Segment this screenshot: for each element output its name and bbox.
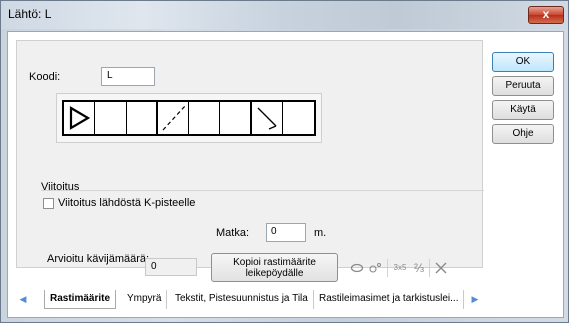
code-input[interactable]: L [101,67,155,86]
marking-checkbox[interactable] [43,198,54,209]
group-divider [41,190,484,191]
tab-circle[interactable]: Ympyrä [122,290,168,309]
apply-button[interactable]: Käytä [492,100,554,120]
tab-strip: ◀ Rastimäärite Ympyrä Tekstit, Pistesuun… [16,290,483,310]
close-button[interactable]: x [528,6,564,24]
dialog-window: Lähtö: L x Koodi: L Viitoitus Viitoitus … [0,0,569,323]
small-circles-icon[interactable] [367,259,383,277]
code-label: Koodi: [29,71,61,83]
symbol-frame [56,93,322,143]
corner-line-icon [257,107,276,130]
symbol-cell-start[interactable] [64,102,96,134]
copy-button-line1: Kopioi rastimäärite [233,257,316,268]
window-title: Lähtö: L [8,7,52,21]
tab-texts[interactable]: Tekstit, Pistesuunnistus ja Tila [170,290,314,309]
symbol-cell-2[interactable] [95,102,127,134]
tab-scroll-left-icon[interactable]: ◀ [16,290,30,309]
start-triangle-icon [69,106,91,130]
tab-scroll-right-icon[interactable]: ▶ [468,290,482,309]
dialog-client: Koodi: L Viitoitus Viitoitus lähdöstä K-… [7,31,564,318]
fraction-icon[interactable]: ⅔ [412,259,426,277]
dashed-diagonal-icon [162,105,186,131]
control-description-strip [62,100,316,136]
estimate-label: Arvioitu kävijämäärä: [47,253,150,265]
cancel-button[interactable]: Peruuta [492,76,554,96]
grid-3x5-icon[interactable]: 3x5 [391,259,409,277]
symbol-cell-8[interactable] [283,102,314,134]
symbol-cell-7[interactable] [252,102,283,134]
delete-x-icon[interactable] [434,259,448,277]
estimate-value: 0 [145,258,197,276]
symbol-cell-4[interactable] [158,102,189,134]
tab-punches[interactable]: Rastileimasimet ja tarkistuslei... [314,290,465,309]
symbol-cell-6[interactable] [220,102,252,134]
distance-label: Matka: [216,227,250,239]
distance-unit: m. [314,227,327,239]
title-bar[interactable]: Lähtö: L x [1,1,568,29]
ellipse-icon[interactable] [350,259,364,277]
help-button[interactable]: Ohje [492,124,554,144]
copy-button-line2: leikepöydälle [245,268,304,279]
ok-button[interactable]: OK [492,52,554,72]
control-description-panel: Koodi: L Viitoitus Viitoitus lähdöstä K-… [16,40,484,282]
marking-group-title: Viitoitus [41,181,80,193]
tab-control-description[interactable]: Rastimäärite [44,290,117,309]
marking-checkbox-label[interactable]: Viitoitus lähdöstä K-pisteelle [58,197,195,209]
symbol-cell-3[interactable] [127,102,158,134]
toolbar-separator [387,259,388,277]
distance-input[interactable]: 0 [266,223,306,242]
close-icon: x [542,7,550,21]
symbol-cell-5[interactable] [189,102,221,134]
copy-to-clipboard-button[interactable]: Kopioi rastimäärite leikepöydälle [211,253,338,282]
toolbar-separator [429,259,430,277]
